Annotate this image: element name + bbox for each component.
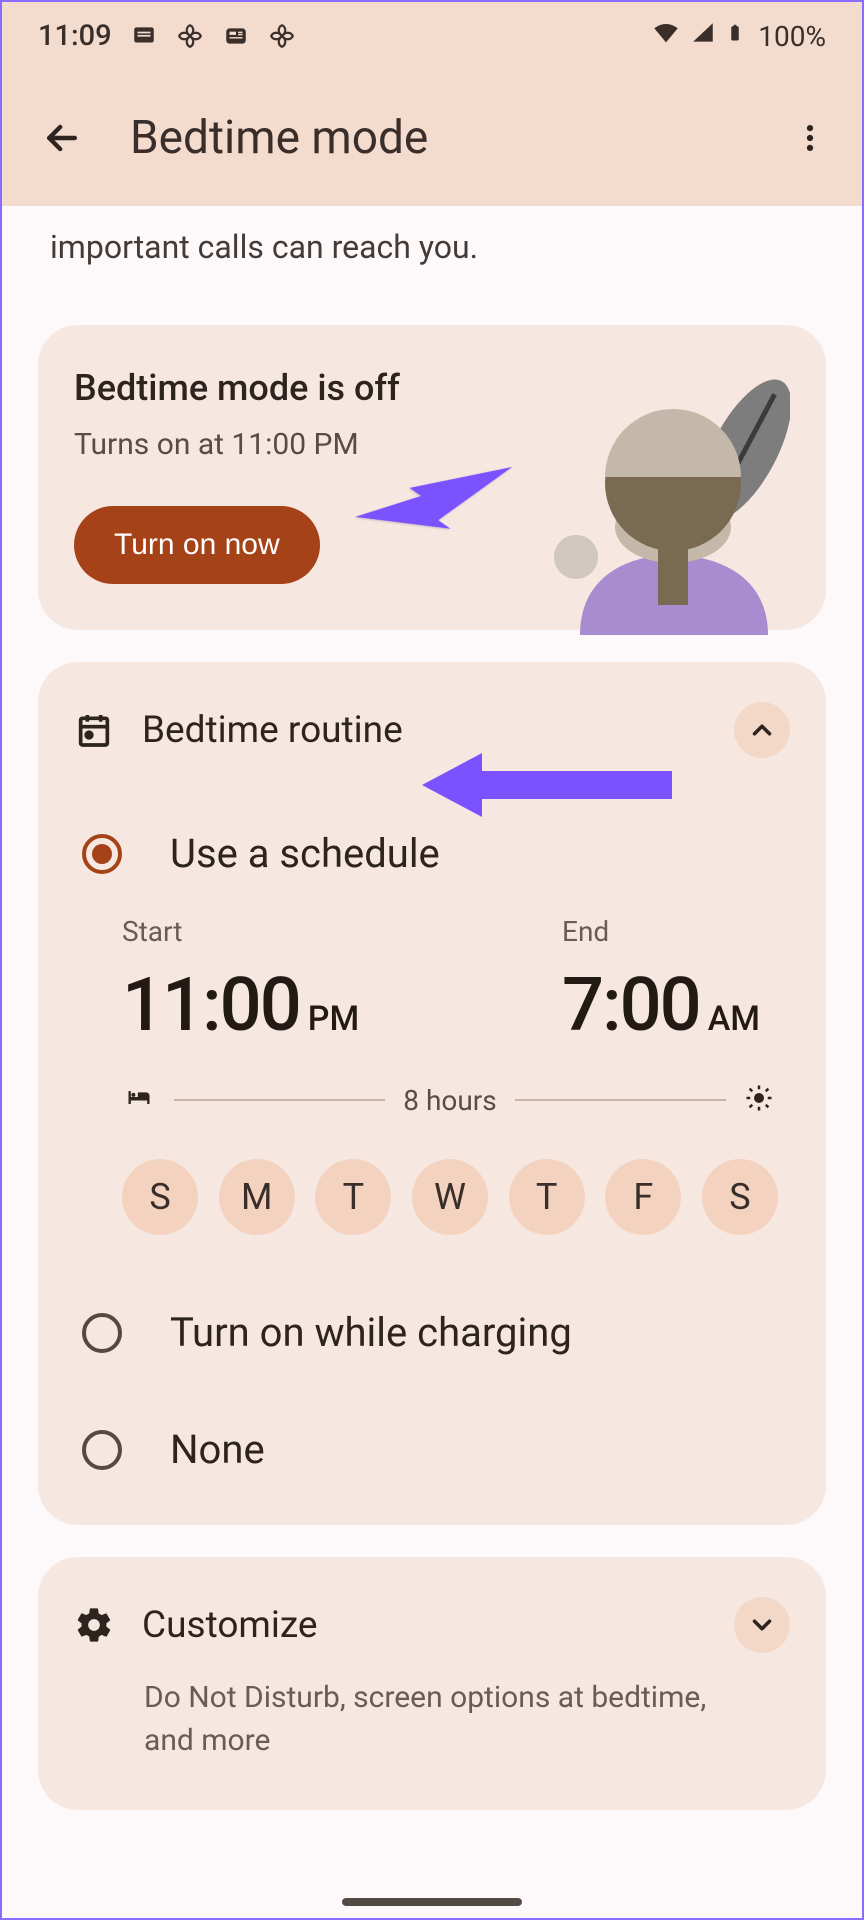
routine-header[interactable]: Bedtime routine <box>74 702 790 758</box>
avatar-illustration <box>540 375 790 635</box>
option-label: Turn on while charging <box>170 1309 572 1356</box>
wifi-icon <box>652 19 680 54</box>
app-bar: Bedtime mode <box>2 70 862 206</box>
duration-line-right <box>515 1099 726 1101</box>
expand-button[interactable] <box>734 1597 790 1653</box>
schedule-times: Start 11:00 PM End 7:00 AM <box>74 889 790 1049</box>
cell-signal-icon <box>690 20 716 53</box>
collapse-button[interactable] <box>734 702 790 758</box>
option-none[interactable]: None <box>74 1414 790 1485</box>
status-time: 11:09 <box>38 19 112 53</box>
content-area: important calls can reach you. Bedtime m… <box>2 206 862 1810</box>
end-time-block[interactable]: End 7:00 AM <box>562 915 782 1049</box>
status-bar-right: 100% <box>652 18 826 55</box>
option-use-schedule[interactable]: Use a schedule <box>74 818 790 889</box>
battery-percent: 100% <box>758 20 826 53</box>
news-icon <box>222 22 250 50</box>
end-time-value: 7:00 <box>562 962 700 1049</box>
calendar-icon <box>74 710 114 750</box>
radio-unselected-icon <box>82 1430 122 1470</box>
duration-row: 8 hours <box>74 1049 790 1117</box>
intro-text: important calls can reach you. <box>2 206 862 325</box>
option-label: Use a schedule <box>170 830 440 877</box>
day-chip-thu[interactable]: T <box>509 1159 585 1235</box>
status-bar-left: 11:09 <box>38 19 296 53</box>
day-chip-tue[interactable]: T <box>315 1159 391 1235</box>
customize-card[interactable]: Customize Do Not Disturb, screen options… <box>38 1557 826 1810</box>
customize-subtitle: Do Not Disturb, screen options at bedtim… <box>74 1653 790 1762</box>
bedtime-status-card: Bedtime mode is off Turns on at 11:00 PM… <box>38 325 826 630</box>
days-row: S M T W T F S <box>74 1117 790 1251</box>
customize-title: Customize <box>142 1604 706 1647</box>
status-bar: 11:09 100% <box>2 2 862 70</box>
turn-on-now-button[interactable]: Turn on now <box>74 506 320 584</box>
duration-text: 8 hours <box>403 1084 496 1117</box>
bed-icon <box>122 1083 156 1117</box>
start-label: Start <box>122 915 359 948</box>
nav-handle[interactable] <box>342 1898 522 1906</box>
bedtime-routine-card: Bedtime routine Use a schedule Start 11:… <box>38 662 826 1525</box>
back-button[interactable] <box>30 106 94 170</box>
radio-selected-icon <box>82 834 122 874</box>
pinwheel-icon <box>268 22 296 50</box>
end-ampm: AM <box>708 999 760 1039</box>
sun-icon <box>744 1083 778 1117</box>
radio-unselected-icon <box>82 1313 122 1353</box>
messages-icon <box>130 22 158 50</box>
customize-header: Customize <box>74 1597 790 1653</box>
option-label: None <box>170 1426 265 1473</box>
routine-title: Bedtime routine <box>142 709 706 752</box>
more-options-button[interactable] <box>782 110 838 166</box>
day-chip-fri[interactable]: F <box>605 1159 681 1235</box>
option-while-charging[interactable]: Turn on while charging <box>74 1297 790 1368</box>
day-chip-sun[interactable]: S <box>122 1159 198 1235</box>
battery-icon <box>726 18 744 55</box>
day-chip-wed[interactable]: W <box>412 1159 488 1235</box>
pinwheel-icon <box>176 22 204 50</box>
gear-icon <box>74 1605 114 1645</box>
start-time-block[interactable]: Start 11:00 PM <box>122 915 359 1049</box>
end-label: End <box>562 915 760 948</box>
page-title: Bedtime mode <box>130 111 782 165</box>
day-chip-sat[interactable]: S <box>702 1159 778 1235</box>
start-ampm: PM <box>308 999 359 1039</box>
start-time-value: 11:00 <box>122 962 300 1049</box>
duration-line-left <box>174 1099 385 1101</box>
day-chip-mon[interactable]: M <box>219 1159 295 1235</box>
